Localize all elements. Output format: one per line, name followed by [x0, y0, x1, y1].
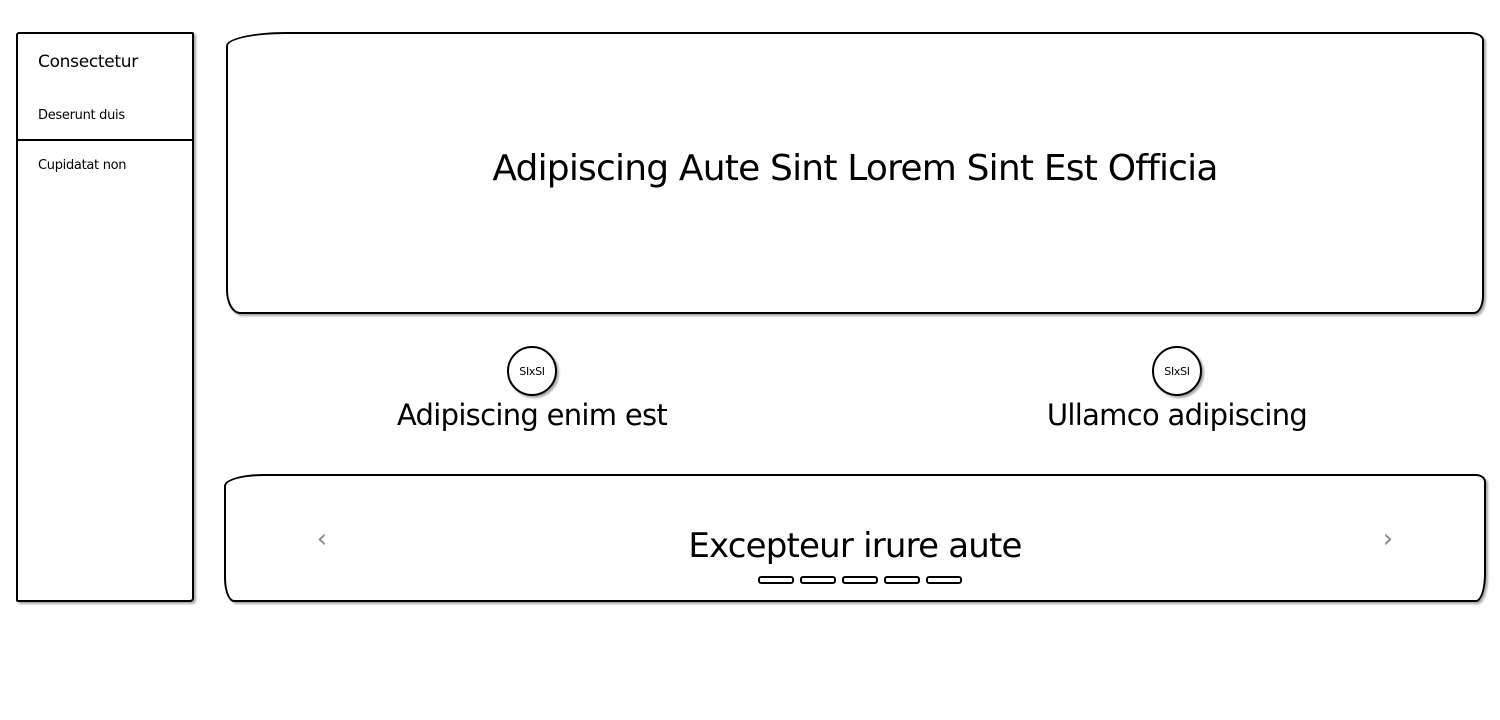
sidebar: Consectetur Deserunt duis Cupidatat non — [16, 32, 194, 602]
chevron-right-icon[interactable]: › — [1378, 526, 1398, 552]
feature-label: Ullamco adipiscing — [1046, 398, 1308, 432]
feature-item: SIxSI Ullamco adipiscing — [997, 346, 1357, 432]
avatar-placeholder: SIxSI — [1152, 346, 1202, 396]
feature-label: Adipiscing enim est — [396, 398, 668, 432]
page: Consectetur Deserunt duis Cupidatat non … — [0, 0, 1500, 720]
feature-item: SIxSI Adipiscing enim est — [352, 346, 712, 432]
carousel: ‹ Excepteur irure aute › — [224, 474, 1486, 602]
hero-panel: Adipiscing Aute Sint Lorem Sint Est Offi… — [226, 32, 1484, 314]
carousel-indicator-3[interactable] — [842, 576, 878, 584]
carousel-indicator-1[interactable] — [758, 576, 794, 584]
sidebar-divider — [18, 139, 192, 141]
carousel-indicators — [758, 576, 962, 584]
avatar-placeholder: SIxSI — [507, 346, 557, 396]
carousel-title: Excepteur irure aute — [688, 526, 1022, 566]
sidebar-title: Consectetur — [38, 52, 138, 72]
carousel-indicator-4[interactable] — [884, 576, 920, 584]
carousel-indicator-2[interactable] — [800, 576, 836, 584]
sidebar-item-cupidatat-non[interactable]: Cupidatat non — [38, 158, 127, 173]
sidebar-item-deserunt-duis[interactable]: Deserunt duis — [38, 108, 125, 123]
hero-title: Adipiscing Aute Sint Lorem Sint Est Offi… — [492, 147, 1218, 189]
carousel-indicator-5[interactable] — [926, 576, 962, 584]
